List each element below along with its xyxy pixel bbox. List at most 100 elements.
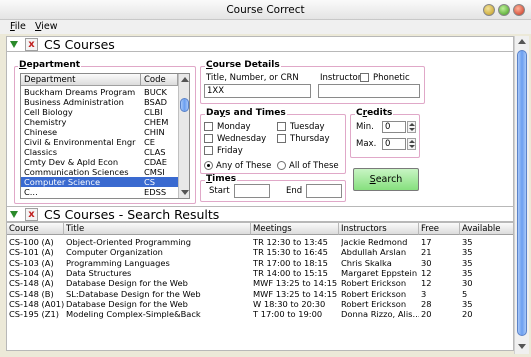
credits-max-spinner[interactable] — [407, 138, 416, 150]
any-of-these-radio[interactable] — [204, 161, 213, 170]
start-time-input[interactable] — [234, 184, 270, 198]
result-row[interactable]: CS-101 (A) Computer Organization TR 15:30 … — [7, 247, 513, 258]
department-row[interactable]: Cmty Dev & Apld Econ CDAE — [21, 157, 178, 167]
result-row[interactable]: CS-103 (A) Programming Languages TR 17:00 … — [7, 257, 513, 268]
maximize-button[interactable] — [498, 4, 510, 16]
clear-filter-button[interactable]: x — [25, 38, 38, 51]
result-cell-available: 30 — [462, 278, 473, 289]
department-row[interactable]: Civil & Environmental Engr CE — [21, 137, 178, 147]
results-col-instructors[interactable]: Instructors — [339, 223, 419, 235]
filter-section-header: x CS Courses — [6, 36, 514, 52]
monday-checkbox[interactable] — [204, 122, 213, 131]
close-results-button[interactable]: x — [25, 208, 38, 221]
department-code: CE — [144, 137, 156, 147]
results-col-available[interactable]: Available — [460, 223, 513, 235]
instructor-input[interactable] — [318, 84, 420, 98]
department-code: BSAD — [144, 97, 168, 107]
scroll-up-icon[interactable] — [181, 77, 189, 82]
friday-checkbox[interactable] — [204, 146, 213, 155]
title-bar[interactable]: Course Correct — [0, 0, 531, 20]
dept-scrollbar[interactable] — [178, 74, 189, 198]
result-row[interactable]: CS-100 (A) Object-Oriented Programming TR … — [7, 237, 513, 247]
close-button[interactable] — [513, 4, 525, 16]
menu-file[interactable]: File — [10, 21, 26, 32]
department-row[interactable]: Cell Biology CLBI — [21, 107, 178, 117]
dept-col-department[interactable]: Department — [21, 74, 141, 86]
all-of-these-radio[interactable] — [277, 161, 286, 170]
search-button[interactable]: Search — [353, 168, 419, 191]
result-cell-instructors: Robert Erickson — [341, 278, 407, 289]
department-row[interactable]: Computer Science CS — [21, 177, 178, 187]
main-scrollbar[interactable] — [514, 36, 529, 354]
result-cell-available: 5 — [462, 288, 468, 299]
result-row[interactable]: CS-195 (Z1) Modeling Complex-Simple&Back T… — [7, 309, 513, 319]
result-cell-instructors: Jackie Redmond — [341, 237, 408, 247]
department-row[interactable]: Business Administration BSAD — [21, 97, 178, 107]
results-col-title[interactable]: Title — [64, 223, 251, 235]
credits-max-label: Max. — [356, 139, 377, 149]
end-time-label: End — [286, 186, 303, 196]
department-code: CS — [144, 177, 156, 187]
result-cell-meetings: MWF 13:25 to 14:15 — [253, 278, 338, 289]
department-row[interactable]: C... EDSS — [21, 187, 178, 197]
minimize-button[interactable] — [483, 4, 495, 16]
wednesday-checkbox[interactable] — [204, 134, 213, 143]
dept-col-code[interactable]: Code — [141, 74, 178, 86]
menu-bar: File View — [0, 20, 531, 34]
menu-view[interactable]: View — [35, 21, 58, 32]
result-cell-meetings: TR 14:00 to 15:15 — [253, 267, 328, 278]
result-cell-meetings: W 18:30 to 20:30 — [253, 298, 326, 309]
department-row[interactable]: Classics CLAS — [21, 147, 178, 157]
dept-scroll-thumb[interactable] — [180, 98, 189, 112]
result-row[interactable]: CS-104 (A) Data Structures TR 14:00 to 15:… — [7, 267, 513, 278]
result-cell-course: CS-104 (A) — [9, 267, 54, 278]
result-cell-course: CS-103 (A) — [9, 257, 54, 268]
department-name: Buckham Dreams Program — [24, 87, 136, 97]
department-row[interactable]: Communication Sciences CMSI — [21, 167, 178, 177]
department-row[interactable]: Chemistry CHEM — [21, 117, 178, 127]
result-cell-title: Object-Oriented Programming — [66, 237, 192, 247]
collapse-triangle-icon[interactable] — [10, 41, 18, 48]
monday-label: Monday — [217, 122, 251, 132]
main-scroll-thumb[interactable] — [517, 50, 527, 336]
results-table[interactable]: Course Title Meetings Instructors Free A… — [6, 222, 514, 351]
department-code: CHIN — [144, 127, 165, 137]
result-cell-free: 12 — [421, 267, 432, 278]
thursday-checkbox[interactable] — [277, 134, 286, 143]
result-cell-title: Database Design for the Web — [66, 298, 188, 309]
result-cell-available: 35 — [462, 298, 473, 309]
credits-max-input[interactable]: 0 — [382, 138, 406, 150]
result-row[interactable]: CS-148 (A01) Database Design for the Web W… — [7, 298, 513, 309]
result-cell-free: 3 — [421, 288, 427, 299]
result-cell-available: 35 — [462, 267, 473, 278]
collapse-triangle-icon[interactable] — [10, 211, 18, 218]
results-col-meetings[interactable]: Meetings — [251, 223, 339, 235]
scroll-up-icon[interactable] — [518, 39, 526, 44]
results-section-header: x CS Courses - Search Results — [6, 206, 514, 222]
result-cell-instructors: Robert Erickson — [341, 288, 407, 299]
phonetic-checkbox[interactable] — [360, 73, 369, 82]
result-cell-free: 30 — [421, 257, 432, 268]
scroll-down-icon[interactable] — [181, 190, 189, 195]
result-row[interactable]: CS-148 (A) Database Design for the Web MWF… — [7, 278, 513, 289]
result-cell-free: 12 — [421, 278, 432, 289]
result-cell-available: 35 — [462, 237, 473, 247]
end-time-input[interactable] — [306, 184, 342, 198]
result-cell-meetings: TR 15:30 to 16:45 — [253, 247, 328, 258]
result-cell-title: Data Structures — [66, 267, 132, 278]
results-col-course[interactable]: Course — [7, 223, 64, 235]
credits-min-input[interactable]: 0 — [382, 121, 406, 133]
department-name: Business Administration — [24, 97, 124, 107]
result-cell-meetings: TR 12:30 to 13:45 — [253, 237, 328, 247]
title-number-crn-input[interactable]: 1XX — [204, 84, 311, 98]
tuesday-checkbox[interactable] — [277, 122, 286, 131]
credits-legend: Credits — [355, 108, 394, 118]
department-list[interactable]: Department Code Buckham Dreams Program BU… — [20, 73, 190, 199]
department-code: CMSI — [144, 167, 165, 177]
result-row[interactable]: CS-148 (B) SL:Database Design for the Web… — [7, 288, 513, 299]
department-row[interactable]: Chinese CHIN — [21, 127, 178, 137]
results-col-free[interactable]: Free — [419, 223, 460, 235]
scroll-down-icon[interactable] — [518, 344, 526, 349]
credits-min-spinner[interactable] — [407, 121, 416, 133]
department-row[interactable]: Buckham Dreams Program BUCK — [21, 87, 178, 97]
